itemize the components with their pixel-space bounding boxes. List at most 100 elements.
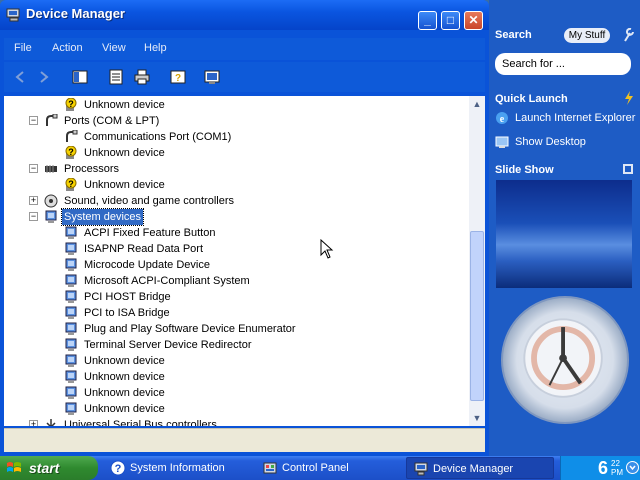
system-icon	[65, 322, 77, 335]
svg-text:e: e	[500, 114, 505, 125]
collapse-icon[interactable]: −	[29, 164, 38, 173]
port-icon	[46, 114, 58, 126]
tree-item[interactable]: ? Unknown device	[4, 145, 464, 161]
tree-item-label: Unknown device	[84, 371, 165, 383]
device-tree[interactable]: ? Unknown device − Ports (COM & LPT) Communi…	[4, 96, 469, 426]
port-icon	[66, 130, 78, 142]
tree-item[interactable]: − System devices	[4, 208, 464, 226]
tree-item[interactable]: + Universal Serial Bus controllers	[4, 417, 464, 426]
system-icon	[65, 274, 77, 287]
close-button[interactable]: ✕	[464, 11, 483, 30]
device-manager-icon	[414, 462, 428, 476]
my-stuff-button[interactable]: My Stuff	[564, 28, 610, 43]
slideshow-settings-icon[interactable]	[622, 163, 634, 175]
task-device-manager[interactable]: Device Manager	[406, 457, 554, 479]
tree-item[interactable]: Plug and Play Software Device Enumerator	[4, 321, 464, 337]
tree-item[interactable]: Terminal Server Device Redirector	[4, 337, 464, 353]
start-button[interactable]: start	[0, 456, 98, 480]
slide-show-image	[496, 180, 632, 288]
system-icon	[45, 210, 57, 223]
scroll-down-arrow-icon[interactable]: ▼	[469, 410, 485, 426]
tree-item[interactable]: Microcode Update Device	[4, 257, 464, 273]
expand-icon[interactable]: +	[29, 196, 38, 205]
window-title: Device Manager	[26, 6, 125, 21]
tree-item[interactable]: ACPI Fixed Feature Button	[4, 225, 464, 241]
print-icon[interactable]	[134, 69, 150, 85]
help-icon[interactable]: ?	[170, 69, 186, 85]
quick-launch-title: Quick Launch	[495, 93, 568, 105]
task-control-panel[interactable]: Control Panel	[256, 457, 402, 479]
toolbar: ?	[4, 62, 485, 92]
system-icon	[65, 290, 77, 303]
menu-action[interactable]: Action	[52, 42, 83, 54]
tree-item[interactable]: Unknown device	[4, 401, 464, 417]
tree-item-label: Unknown device	[84, 387, 165, 399]
collapse-icon[interactable]: −	[29, 212, 38, 221]
scroll-up-arrow-icon[interactable]: ▲	[469, 96, 485, 112]
menu-help[interactable]: Help	[144, 42, 167, 54]
tree-item-label: Unknown device	[84, 179, 165, 191]
system-icon	[65, 226, 77, 239]
tree-item-label: Terminal Server Device Redirector	[84, 339, 252, 351]
menu-file[interactable]: File	[14, 42, 32, 54]
system-icon	[65, 338, 77, 351]
tree-item-label: Unknown device	[84, 355, 165, 367]
console-tree-icon[interactable]	[72, 69, 88, 85]
search-input[interactable]: Search for ...	[495, 53, 631, 75]
quick-launch-ie-label: Launch Internet Explorer	[515, 111, 636, 124]
maximize-button[interactable]: □	[441, 11, 460, 30]
task-device-manager-label: Device Manager	[433, 463, 514, 475]
tray-chevron-icon[interactable]	[626, 461, 639, 474]
task-system-information[interactable]: ? System Information	[104, 457, 254, 479]
ie-icon: e	[496, 112, 508, 125]
tree-item[interactable]: PCI HOST Bridge	[4, 289, 464, 305]
tree-item[interactable]: Communications Port (COM1)	[4, 129, 464, 145]
quick-launch-ie[interactable]: e Launch Internet Explorer	[495, 111, 635, 125]
tree-item[interactable]: Microsoft ACPI-Compliant System	[4, 273, 464, 289]
tree-item[interactable]: Unknown device	[4, 353, 464, 369]
vertical-scrollbar[interactable]: ▲ ▼	[469, 96, 485, 426]
tree-item[interactable]: PCI to ISA Bridge	[4, 305, 464, 321]
tree-item[interactable]: + Sound, video and game controllers	[4, 193, 464, 209]
tree-item-label: Unknown device	[84, 403, 165, 415]
collapse-icon[interactable]: −	[29, 116, 38, 125]
tree-item[interactable]: ISAPNP Read Data Port	[4, 241, 464, 257]
wrench-icon[interactable]	[622, 28, 634, 42]
properties-icon[interactable]	[108, 69, 124, 85]
svg-text:?: ?	[175, 73, 181, 84]
analog-clock	[501, 296, 629, 424]
menu-view[interactable]: View	[102, 42, 126, 54]
status-bar	[4, 428, 485, 452]
tree-item[interactable]: Unknown device	[4, 385, 464, 401]
tree-item-label: Microsoft ACPI-Compliant System	[84, 275, 250, 287]
windows-logo-icon	[7, 462, 21, 472]
tree-item[interactable]: − Ports (COM & LPT)	[4, 113, 464, 129]
warning-device-icon: ?	[65, 178, 77, 191]
scan-hardware-icon[interactable]	[204, 69, 220, 85]
warning-device-icon: ?	[65, 146, 77, 159]
tree-item-label: Microcode Update Device	[84, 259, 210, 271]
tree-item[interactable]: ? Unknown device	[4, 177, 464, 193]
usb-icon	[46, 419, 56, 426]
scrollbar-thumb[interactable]	[470, 231, 484, 401]
control-panel-icon	[263, 462, 277, 474]
system-icon	[65, 242, 77, 255]
expand-icon[interactable]: +	[29, 420, 38, 426]
task-system-information-label: System Information	[130, 462, 225, 474]
tree-item[interactable]: ? Unknown device	[4, 97, 464, 113]
forward-icon[interactable]	[36, 69, 52, 85]
svg-text:?: ?	[68, 179, 74, 189]
system-icon	[65, 306, 77, 319]
minimize-button[interactable]: _	[418, 11, 437, 30]
warning-device-icon: ?	[65, 98, 77, 111]
taskbar: start ? System Information Control Panel…	[0, 456, 640, 480]
tree-item[interactable]: − Processors	[4, 161, 464, 177]
back-icon[interactable]	[12, 69, 28, 85]
tree-item-label: ACPI Fixed Feature Button	[84, 227, 216, 239]
tree-item-label: Communications Port (COM1)	[84, 131, 232, 143]
clock-ampm: PM	[611, 468, 623, 477]
quick-launch-show-desktop[interactable]: Show Desktop	[495, 135, 586, 149]
title-bar[interactable]: Device Manager _ □ ✕	[0, 0, 489, 30]
tree-item[interactable]: Unknown device	[4, 369, 464, 385]
clock-minute: 22	[611, 459, 620, 468]
